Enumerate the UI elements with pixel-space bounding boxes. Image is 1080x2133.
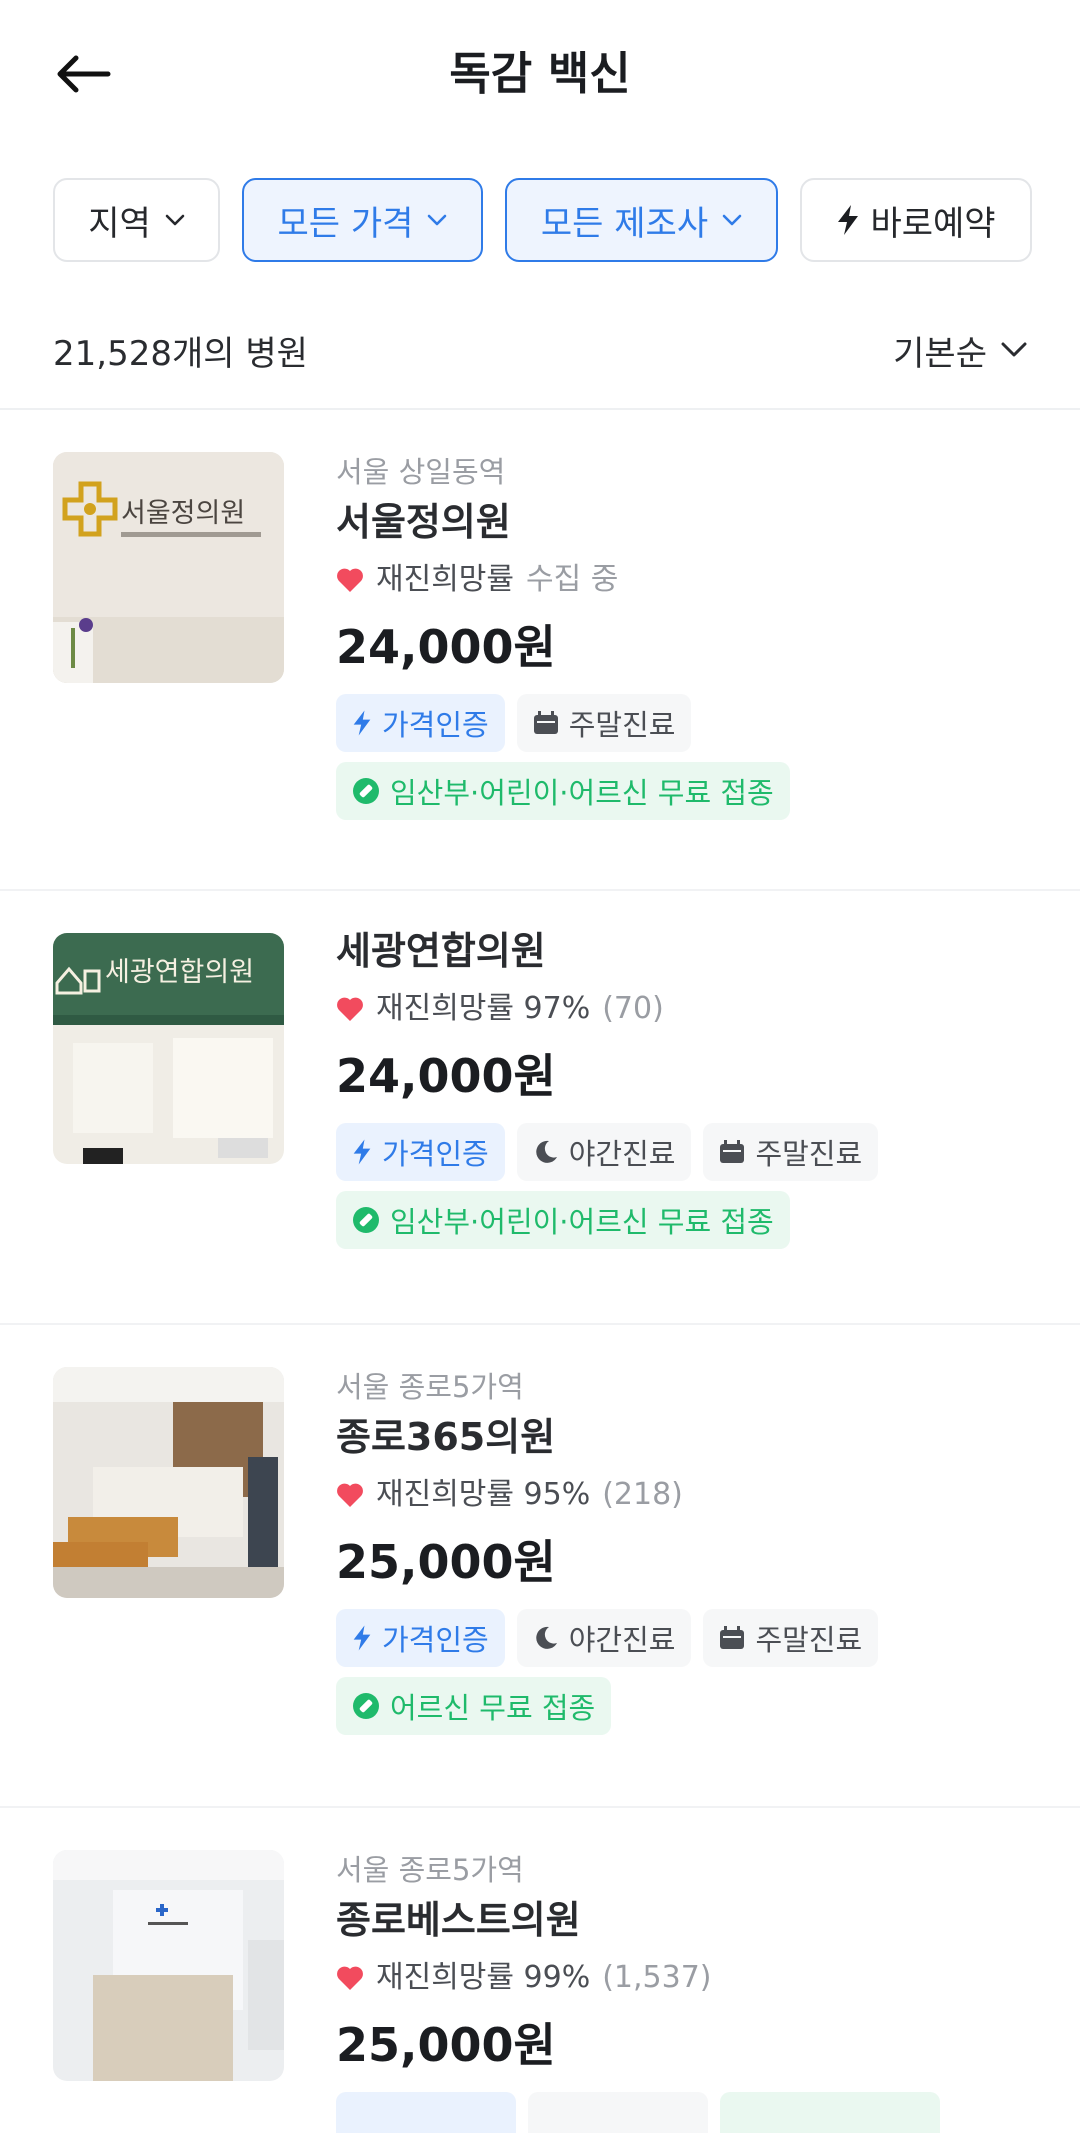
heart-icon bbox=[336, 996, 364, 1022]
moon-icon bbox=[533, 1139, 559, 1165]
hospital-name: 서울정의원 bbox=[336, 500, 511, 544]
calendar-icon bbox=[719, 1626, 745, 1650]
tag-partial bbox=[336, 2092, 516, 2133]
hospital-thumbnail bbox=[53, 1850, 284, 2081]
hospital-name: 종로365의원 bbox=[336, 1415, 556, 1459]
weekend-tag: 주말진료 bbox=[516, 694, 692, 752]
tag-list bbox=[336, 2092, 1040, 2133]
syringe-icon bbox=[352, 1692, 380, 1720]
free-vaccination-tag: 임산부·어린이·어르신 무료 접종 bbox=[336, 1191, 790, 1249]
hospital-card[interactable]: 서울 종로5가역 종로365의원 재진희망률 95% (218) 25,000원… bbox=[0, 1325, 1080, 1808]
heart-icon bbox=[336, 567, 364, 593]
revisit-count: 수집 중 bbox=[526, 562, 619, 597]
price-verified-tag: 가격인증 bbox=[336, 1123, 505, 1181]
signage-text: 서울정의원 bbox=[121, 498, 245, 529]
filter-label: 바로예약 bbox=[870, 203, 996, 244]
instant-booking-filter[interactable]: 바로예약 bbox=[800, 178, 1032, 262]
filter-label: 모든 가격 bbox=[277, 203, 414, 244]
lightning-icon bbox=[352, 1624, 372, 1652]
lightning-icon bbox=[352, 709, 372, 737]
revisit-rate: 재진희망률 97% (70) bbox=[336, 987, 1040, 1031]
chevron-down-icon bbox=[427, 214, 447, 226]
calendar-icon bbox=[533, 711, 559, 735]
revisit-rate: 재진희망률 99% (1,537) bbox=[336, 1956, 1040, 2000]
hospital-thumbnail bbox=[53, 1367, 284, 1598]
syringe-icon bbox=[352, 1206, 380, 1234]
tag-list: 가격인증 주말진료 bbox=[336, 694, 1040, 752]
hospital-location: 서울 종로5가역 bbox=[336, 1370, 524, 1404]
free-vaccination-tag: 어르신 무료 접종 bbox=[336, 1677, 612, 1735]
hospital-count: 21,528개의 병원 bbox=[53, 333, 308, 374]
night-tag: 야간진료 bbox=[516, 1123, 692, 1181]
hospital-location: 서울 상일동역 bbox=[336, 455, 506, 489]
top-bar: 독감 백신 bbox=[0, 0, 1080, 150]
moon-icon bbox=[533, 1625, 559, 1651]
chevron-down-icon bbox=[165, 214, 185, 226]
hospital-info: 서울 종로5가역 종로베스트의원 재진희망률 99% (1,537) 25,00… bbox=[336, 1850, 1040, 2133]
tag-list: 임산부·어린이·어르신 무료 접종 bbox=[336, 1191, 1040, 1249]
hospital-price: 25,000원 bbox=[336, 1535, 556, 1589]
lightning-icon bbox=[352, 1138, 372, 1166]
filter-bar: 지역 모든 가격 모든 제조사 바로예약 bbox=[53, 178, 1032, 262]
weekend-tag: 주말진료 bbox=[703, 1609, 879, 1667]
hospital-card[interactable]: 세광연합의원 세광연합의원 재진희망률 97% (70) 24,000원 가격인… bbox=[0, 891, 1080, 1325]
sort-label: 기본순 bbox=[893, 333, 987, 374]
syringe-icon bbox=[352, 777, 380, 805]
revisit-rate: 재진희망률 수집 중 bbox=[336, 558, 1040, 602]
weekend-tag: 주말진료 bbox=[703, 1123, 879, 1181]
hospital-card[interactable]: 서울 종로5가역 종로베스트의원 재진희망률 99% (1,537) 25,00… bbox=[0, 1808, 1080, 2133]
hospital-price: 24,000원 bbox=[336, 620, 556, 674]
revisit-label: 재진희망률 97% bbox=[376, 991, 591, 1026]
hospital-info: 서울 종로5가역 종로365의원 재진희망률 95% (218) 25,000원… bbox=[336, 1367, 1040, 1735]
hospital-name: 종로베스트의원 bbox=[336, 1898, 581, 1942]
hospital-info: 세광연합의원 재진희망률 97% (70) 24,000원 가격인증 야간진료 bbox=[336, 925, 1040, 1249]
result-summary: 21,528개의 병원 기본순 bbox=[53, 322, 1027, 378]
chevron-down-icon bbox=[722, 214, 742, 226]
calendar-icon bbox=[719, 1140, 745, 1164]
region-filter[interactable]: 지역 bbox=[53, 178, 220, 262]
chevron-down-icon bbox=[1001, 342, 1027, 357]
heart-icon bbox=[336, 1482, 364, 1508]
hospital-location: 서울 종로5가역 bbox=[336, 1853, 524, 1887]
tag-list: 가격인증 야간진료 주말진료 bbox=[336, 1123, 1040, 1181]
hospital-card[interactable]: 서울정의원 서울 상일동역 서울정의원 재진희망률 수집 중 24,000원 가… bbox=[0, 410, 1080, 891]
free-vaccination-tag: 임산부·어린이·어르신 무료 접종 bbox=[336, 762, 790, 820]
page-title: 독감 백신 bbox=[449, 47, 631, 100]
price-filter[interactable]: 모든 가격 bbox=[242, 178, 483, 262]
heart-icon bbox=[336, 1965, 364, 1991]
tag-partial bbox=[528, 2092, 708, 2133]
manufacturer-filter[interactable]: 모든 제조사 bbox=[505, 178, 778, 262]
hospital-name: 세광연합의원 bbox=[336, 929, 546, 973]
price-verified-tag: 가격인증 bbox=[336, 694, 505, 752]
hospital-list: 서울정의원 서울 상일동역 서울정의원 재진희망률 수집 중 24,000원 가… bbox=[0, 410, 1080, 2133]
tag-partial bbox=[720, 2092, 940, 2133]
price-verified-tag: 가격인증 bbox=[336, 1609, 505, 1667]
filter-label: 모든 제조사 bbox=[540, 203, 709, 244]
revisit-label: 재진희망률 99% bbox=[376, 1960, 591, 1995]
tag-list: 어르신 무료 접종 bbox=[336, 1677, 1040, 1735]
tag-list: 임산부·어린이·어르신 무료 접종 bbox=[336, 762, 1040, 820]
revisit-rate: 재진희망률 95% (218) bbox=[336, 1473, 1040, 1517]
lightning-icon bbox=[836, 204, 860, 236]
signage-text: 세광연합의원 bbox=[105, 957, 254, 988]
filter-label: 지역 bbox=[88, 203, 151, 244]
hospital-price: 25,000원 bbox=[336, 2018, 556, 2072]
revisit-count: (218) bbox=[602, 1477, 683, 1512]
hospital-thumbnail: 서울정의원 bbox=[53, 452, 284, 683]
revisit-label: 재진희망률 95% bbox=[376, 1477, 591, 1512]
hospital-info: 서울 상일동역 서울정의원 재진희망률 수집 중 24,000원 가격인증 주말… bbox=[336, 452, 1040, 820]
revisit-count: (1,537) bbox=[602, 1960, 712, 1995]
tag-list: 가격인증 야간진료 주말진료 bbox=[336, 1609, 1040, 1667]
revisit-label: 재진희망률 bbox=[376, 562, 514, 597]
night-tag: 야간진료 bbox=[516, 1609, 692, 1667]
hospital-price: 24,000원 bbox=[336, 1049, 556, 1103]
hospital-thumbnail: 세광연합의원 bbox=[53, 933, 284, 1164]
sort-dropdown[interactable]: 기본순 bbox=[893, 326, 1027, 375]
revisit-count: (70) bbox=[602, 991, 664, 1026]
